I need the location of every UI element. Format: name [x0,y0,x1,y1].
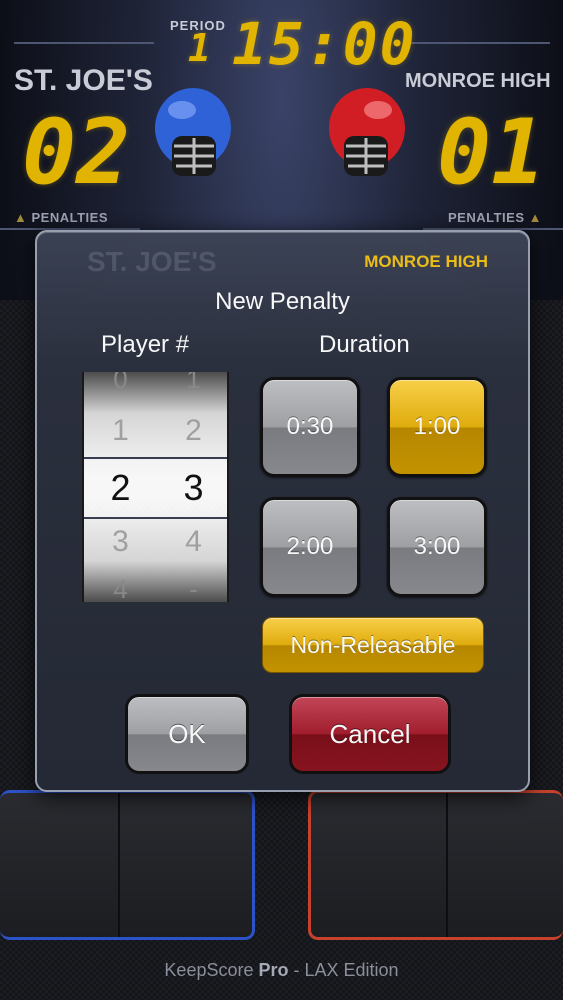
red-helmet-icon [329,88,405,176]
picker-item-selected[interactable]: 3 [157,467,227,509]
non-releasable-button[interactable]: Non-Releasable [262,617,484,673]
picker-item[interactable]: 1 [157,372,227,395]
panel-divider [446,793,448,937]
inactive-team-name: ST. JOE'S [87,246,217,277]
new-penalty-dialog: ST. JOE'S MONROE HIGH New Penalty Player… [35,230,530,792]
picker-tens-column[interactable]: 0 1 2 3 4 [84,372,157,602]
footer-edition: - LAX Edition [288,960,399,980]
app-footer: KeepScore Pro - LAX Edition [0,960,563,981]
active-team-name: MONROE HIGH [364,252,488,271]
picker-ones-column[interactable]: 1 2 3 4 - [157,372,227,602]
footer-brand: KeepScore [164,960,254,980]
away-score[interactable]: 01 [437,100,545,205]
picker-item[interactable]: 0 [84,372,157,395]
duration-2-00-button[interactable]: 2:00 [260,497,360,597]
home-penalties-label[interactable]: ▲ PENALTIES [14,210,108,225]
dialog-title: New Penalty [215,288,350,315]
player-number-picker[interactable]: 0 1 2 3 4 1 2 3 4 - [82,372,229,602]
picker-item-selected[interactable]: 2 [84,467,157,509]
picker-item[interactable]: 2 [157,414,227,448]
picker-item[interactable]: 4 [157,525,227,559]
cancel-button[interactable]: Cancel [289,694,451,774]
picker-item[interactable]: 3 [84,525,157,559]
duration-3-00-button[interactable]: 3:00 [387,497,487,597]
duration-0-30-button[interactable]: 0:30 [260,377,360,477]
blue-helmet-icon [155,88,231,176]
home-penalty-panel[interactable] [0,790,255,940]
panel-divider [118,793,120,937]
divider-line [410,42,550,44]
player-number-header: Player # [101,331,190,358]
whistle-icon: ▲ [14,210,28,225]
away-team-name[interactable]: MONROE HIGH [405,70,551,93]
picker-item[interactable]: - [157,574,227,602]
picker-item[interactable]: 4 [84,574,157,602]
picker-item[interactable]: 1 [84,414,157,448]
period-number[interactable]: 1 [188,26,211,70]
home-team-name[interactable]: ST. JOE'S [14,64,153,98]
duration-1-00-button[interactable]: 1:00 [387,377,487,477]
duration-header: Duration [319,331,410,358]
whistle-icon: ▲ [528,210,542,225]
away-penalty-panel[interactable] [308,790,563,940]
away-penalties-label[interactable]: PENALTIES ▲ [448,210,542,225]
game-clock[interactable]: 15:00 [232,10,417,78]
home-score[interactable]: 02 [22,100,130,205]
footer-pro: Pro [258,960,289,980]
divider-line [14,42,154,44]
ok-button[interactable]: OK [125,694,249,774]
